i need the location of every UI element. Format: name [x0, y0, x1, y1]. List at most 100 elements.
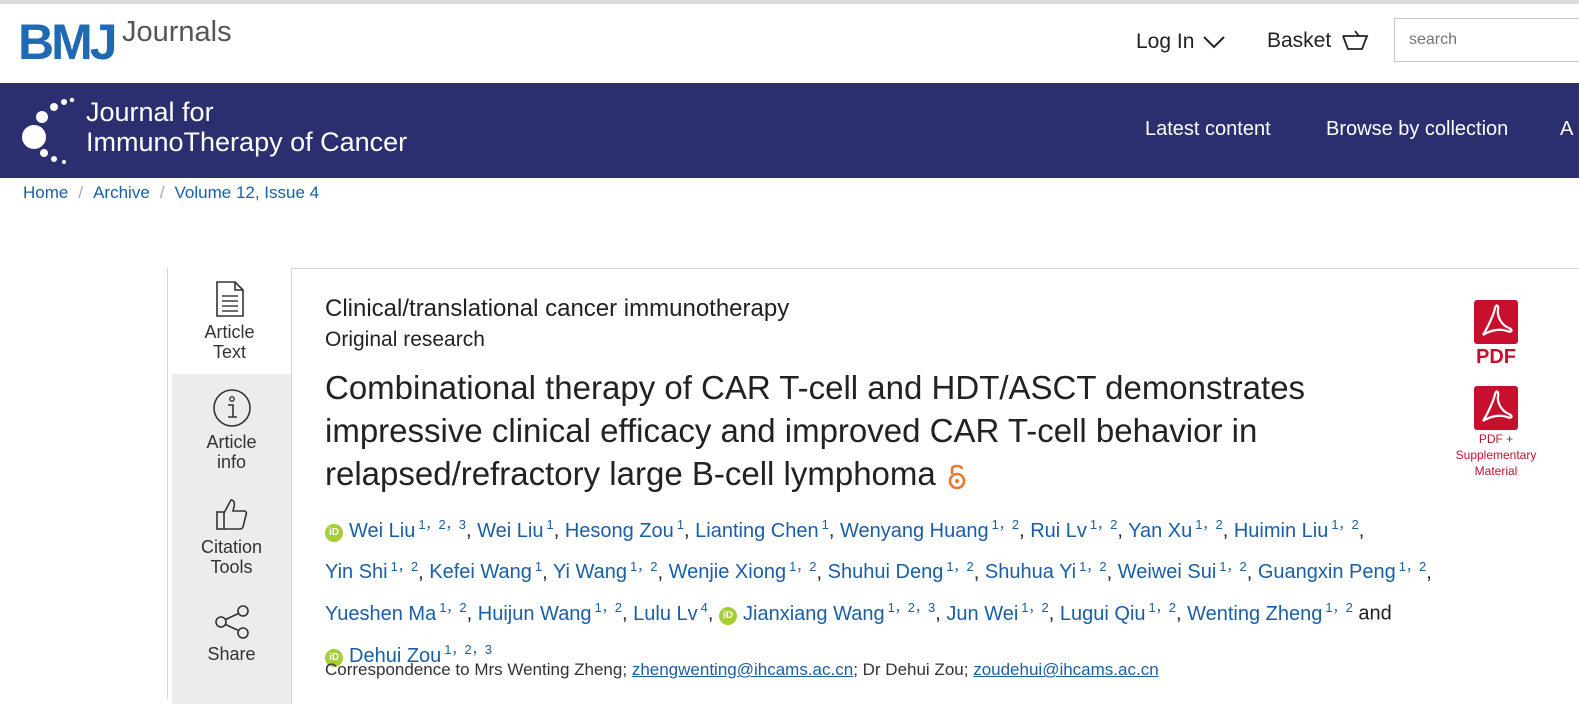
- tab-label: Text: [212, 342, 246, 362]
- author-link[interactable]: Huijun Wang 1，2: [478, 600, 622, 625]
- author-affiliation[interactable]: 1，2: [1331, 517, 1358, 532]
- author-link[interactable]: Huimin Liu 1，2: [1234, 517, 1359, 542]
- article-title: Combinational therapy of CAR T-cell and …: [325, 366, 1425, 495]
- author-link[interactable]: Wei Liu 1: [477, 517, 554, 542]
- tab-label: info: [216, 452, 247, 472]
- tab-citation-tools[interactable]: Citation Tools: [172, 497, 291, 577]
- author-name: Rui Lv: [1030, 519, 1087, 542]
- author-affiliation[interactable]: 1，2: [946, 559, 973, 574]
- basket-button[interactable]: Basket: [1267, 29, 1369, 53]
- author-affiliation[interactable]: 1，2: [1195, 517, 1222, 532]
- author-link[interactable]: iD Wei Liu 1，2，3: [325, 517, 466, 542]
- pdf-supplementary-download-button[interactable]: PDF + Supplementary Material: [1448, 386, 1544, 478]
- author-name: Wenyang Huang: [839, 519, 989, 542]
- bmj-logo[interactable]: BMJ Journals: [18, 14, 232, 78]
- open-access-icon: [948, 464, 966, 490]
- author-list: iD Wei Liu 1，2，3, Wei Liu 1, Hesong Zou 1, L…: [325, 507, 1455, 674]
- author-affiliation[interactable]: 1，2: [1325, 600, 1352, 615]
- author-link[interactable]: Wenyang Huang 1，2: [839, 517, 1019, 542]
- author-link[interactable]: Yan Xu 1，2: [1128, 517, 1223, 542]
- site-header: BMJ Journals Log In Basket: [0, 4, 1579, 83]
- author-affiliation[interactable]: 4: [701, 600, 708, 615]
- author-link[interactable]: Yueshen Ma 1，2: [325, 600, 467, 625]
- author-link[interactable]: Hesong Zou 1: [565, 517, 684, 542]
- journal-title-line1: Journal for: [86, 97, 214, 127]
- author-link[interactable]: Rui Lv 1，2: [1030, 517, 1117, 542]
- author-link[interactable]: Yi Wang 1，2: [552, 559, 658, 584]
- brand-mark: BMJ: [18, 14, 118, 70]
- pdf-supp-label-line3: Material: [1474, 464, 1518, 478]
- author-affiliation[interactable]: 1，2: [439, 600, 466, 615]
- author-link[interactable]: Shuhua Yi 1，2: [984, 559, 1107, 584]
- author-link[interactable]: Kefei Wang 1: [429, 559, 542, 584]
- author-link[interactable]: Jun Wei 1，2: [946, 600, 1048, 625]
- pdf-label: PDF: [1476, 346, 1516, 368]
- login-button[interactable]: Log In: [1136, 30, 1226, 54]
- author-name: Wenjie Xiong: [668, 561, 787, 584]
- journal-title[interactable]: Journal for ImmunoTherapy of Cancer: [86, 97, 407, 157]
- author-link[interactable]: Yin Shi 1，2: [325, 559, 418, 584]
- author-affiliation[interactable]: 1，2: [1149, 600, 1176, 615]
- author-separator: ,: [1222, 519, 1234, 542]
- article-title-text: Combinational therapy of CAR T-cell and …: [325, 369, 1306, 492]
- author-separator: ,: [418, 561, 430, 584]
- author-affiliation[interactable]: 1: [822, 517, 829, 532]
- author-affiliation[interactable]: 1，2: [1399, 559, 1426, 574]
- author-affiliation[interactable]: 1，2，3: [444, 642, 492, 657]
- nav-latest-content[interactable]: Latest content: [1145, 118, 1271, 141]
- author-link[interactable]: Lianting Chen 1: [695, 517, 829, 542]
- search-input[interactable]: [1394, 18, 1579, 62]
- pdf-supp-label-line1: PDF +: [1478, 432, 1514, 446]
- author-affiliation[interactable]: 1: [677, 517, 684, 532]
- author-affiliation[interactable]: 1，2: [595, 600, 622, 615]
- author-affiliation[interactable]: 1，2: [1079, 559, 1106, 574]
- author-link[interactable]: Lulu Lv 4: [633, 600, 708, 625]
- author-affiliation[interactable]: 1，2，3: [418, 517, 466, 532]
- author-name: Yi Wang: [552, 561, 627, 584]
- author-link[interactable]: Lugui Qiu 1，2: [1060, 600, 1176, 625]
- author-name: Kefei Wang: [429, 561, 532, 584]
- author-affiliation[interactable]: 1: [546, 517, 553, 532]
- breadcrumb-home[interactable]: Home: [23, 183, 68, 202]
- author-separator: ,: [828, 519, 840, 542]
- pdf-download-button[interactable]: PDF: [1473, 300, 1519, 369]
- author-separator: ,: [542, 561, 553, 584]
- breadcrumb-issue[interactable]: Volume 12, Issue 4: [175, 183, 320, 202]
- info-icon: [212, 389, 251, 427]
- tab-share[interactable]: Share: [172, 604, 291, 664]
- email-link[interactable]: zoudehui@ihcams.ac.cn: [973, 660, 1158, 679]
- author-affiliation[interactable]: 1，2: [1021, 600, 1048, 615]
- nav-browse-by-collection[interactable]: Browse by collection: [1326, 118, 1508, 141]
- author-link[interactable]: Wenting Zheng 1，2: [1187, 600, 1353, 625]
- author-affiliation[interactable]: 1，2: [630, 559, 657, 574]
- author-affiliation[interactable]: 1，2，3: [888, 600, 936, 615]
- author-name: Shuhua Yi: [984, 561, 1077, 584]
- author-link[interactable]: Guangxin Peng 1，2: [1258, 559, 1426, 584]
- orcid-icon[interactable]: iD: [719, 606, 738, 625]
- author-affiliation[interactable]: 1，2: [1219, 559, 1246, 574]
- tab-label: Article: [204, 322, 255, 342]
- tab-article-info[interactable]: Article info: [172, 388, 291, 472]
- tab-article-text[interactable]: Article Text: [170, 280, 289, 362]
- author-name: Wei Liu: [349, 519, 416, 542]
- nav-item-truncated[interactable]: A: [1560, 118, 1573, 141]
- author-affiliation[interactable]: 1，2: [992, 517, 1019, 532]
- author-separator: ,: [1246, 561, 1258, 584]
- correspondence-middle: ; Dr Dehui Zou;: [853, 660, 969, 679]
- journal-logo-icon[interactable]: [20, 93, 76, 165]
- author-link[interactable]: iD Jianxiang Wang 1，2，3: [719, 600, 936, 625]
- orcid-icon[interactable]: iD: [325, 523, 343, 542]
- breadcrumb-archive[interactable]: Archive: [93, 183, 150, 202]
- author-affiliation[interactable]: 1，2: [789, 559, 816, 574]
- pdf-icon: [1474, 300, 1518, 344]
- author-link[interactable]: Shuhui Deng 1，2: [828, 559, 974, 584]
- author-separator: ,: [816, 561, 828, 584]
- author-separator: ,: [1358, 519, 1365, 542]
- author-link[interactable]: Wenjie Xiong 1，2: [668, 559, 817, 584]
- author-link[interactable]: Weiwei Sui 1，2: [1118, 559, 1247, 584]
- author-affiliation[interactable]: 1，2: [391, 559, 418, 574]
- email-link[interactable]: zhengwenting@ihcams.ac.cn: [632, 660, 853, 679]
- basket-label: Basket: [1267, 29, 1332, 52]
- author-affiliation[interactable]: 1，2: [1090, 517, 1117, 532]
- author-separator: ,: [466, 519, 478, 542]
